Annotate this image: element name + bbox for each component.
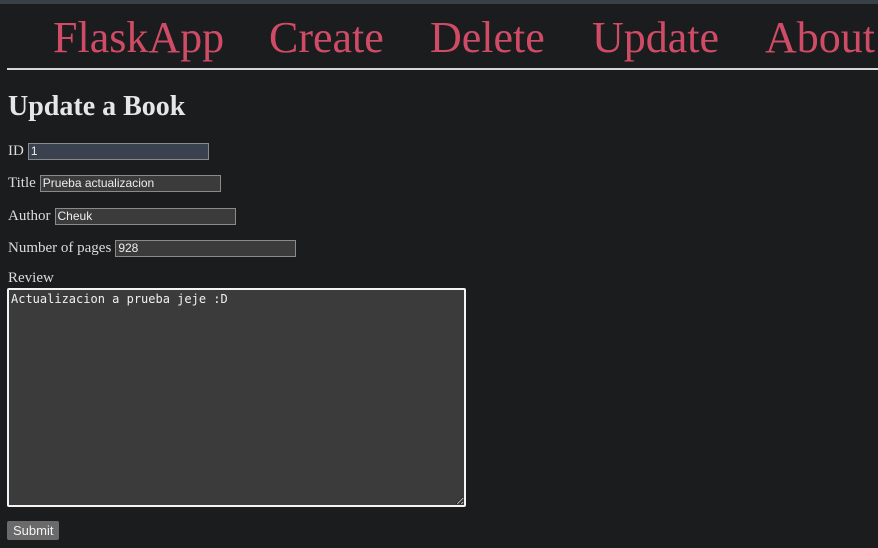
page-title: Update a Book — [8, 91, 186, 122]
navbar: FlaskApp Create Delete Update About — [0, 4, 878, 68]
pages-field-row: Number of pages — [8, 238, 297, 258]
review-label: Review — [8, 270, 54, 286]
author-label: Author — [8, 207, 51, 224]
title-field-row: Title — [8, 173, 221, 193]
review-textarea[interactable]: Actualizacion a prueba jeje :D — [7, 288, 466, 507]
title-input[interactable] — [39, 174, 221, 192]
id-input[interactable] — [27, 142, 209, 160]
nav-divider — [7, 68, 878, 70]
nav-about-link[interactable]: About — [765, 12, 875, 64]
author-input[interactable] — [54, 207, 236, 225]
nav-update-link[interactable]: Update — [592, 12, 719, 64]
author-field-row: Author — [8, 206, 236, 226]
id-label: ID — [8, 142, 24, 159]
submit-button[interactable]: Submit — [7, 521, 60, 540]
nav-create-link[interactable]: Create — [269, 12, 384, 64]
nav-delete-link[interactable]: Delete — [430, 12, 545, 64]
id-field-row: ID — [8, 141, 209, 161]
pages-input[interactable] — [115, 239, 297, 257]
title-label: Title — [8, 174, 36, 191]
nav-brand-link[interactable]: FlaskApp — [53, 12, 224, 64]
pages-label: Number of pages — [8, 239, 112, 256]
